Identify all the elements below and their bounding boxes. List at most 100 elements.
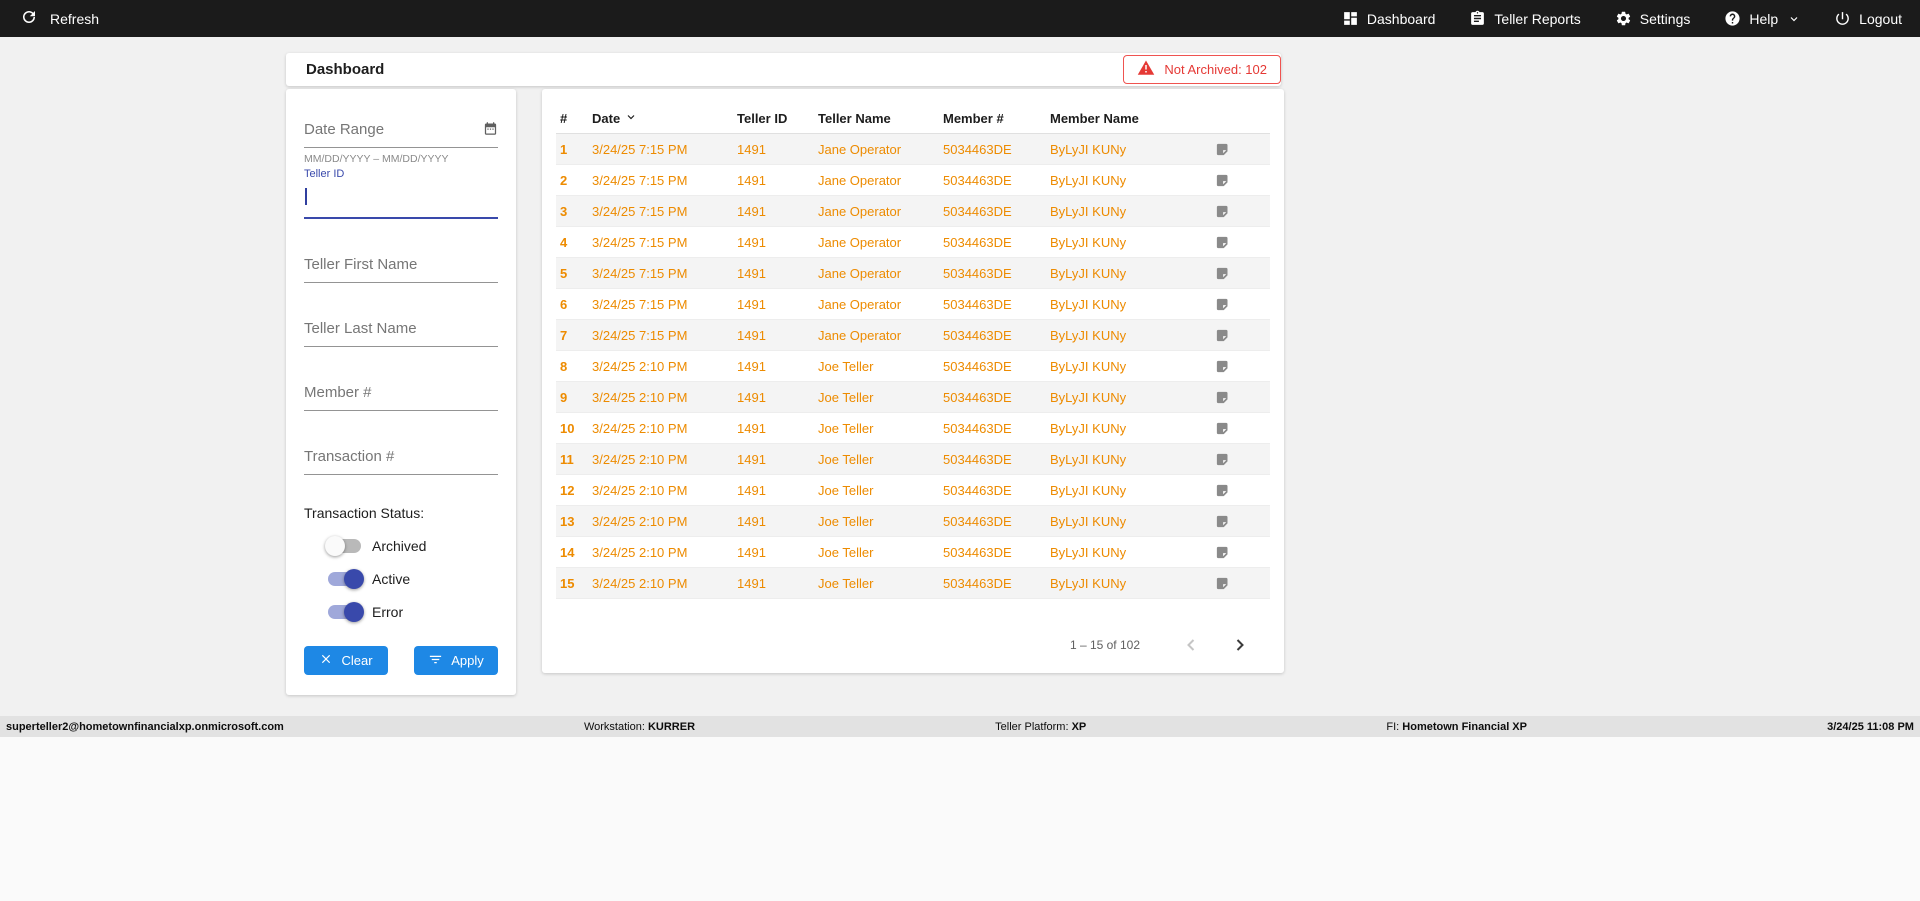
note-icon[interactable] <box>1215 514 1270 529</box>
table-row[interactable]: 10 3/24/25 2:10 PM 1491 Joe Teller 50344… <box>556 413 1270 444</box>
cell-member-number: 5034463DE <box>943 296 1012 312</box>
clear-button[interactable]: Clear <box>304 646 388 675</box>
cell-teller-name: Joe Teller <box>818 420 874 436</box>
cell-row-number: 14 <box>560 544 575 560</box>
table-row[interactable]: 2 3/24/25 7:15 PM 1491 Jane Operator 503… <box>556 165 1270 196</box>
nav-logout[interactable]: Logout <box>1834 10 1902 27</box>
logged-in-user: superteller2@hometownfinancialxp.onmicro… <box>6 720 284 733</box>
error-toggle[interactable] <box>328 602 364 622</box>
table-row[interactable]: 13 3/24/25 2:10 PM 1491 Joe Teller 50344… <box>556 506 1270 537</box>
col-header-teller-name[interactable]: Teller Name <box>818 111 943 126</box>
table-row[interactable]: 9 3/24/25 2:10 PM 1491 Joe Teller 503446… <box>556 382 1270 413</box>
cell-teller-name: Jane Operator <box>818 203 902 219</box>
cell-row-number: 11 <box>560 451 574 467</box>
cell-date: 3/24/25 2:10 PM <box>592 389 688 405</box>
note-icon[interactable] <box>1215 297 1270 312</box>
cell-teller-id: 1491 <box>737 513 766 529</box>
note-icon[interactable] <box>1215 452 1270 467</box>
teller-reports-icon <box>1469 10 1486 27</box>
top-nav: Dashboard Teller Reports Settings Help L… <box>1342 10 1902 27</box>
col-header-teller-id[interactable]: Teller ID <box>737 111 818 126</box>
sort-desc-icon <box>625 111 637 126</box>
clear-button-label: Clear <box>341 653 373 668</box>
col-header-date[interactable]: Date <box>592 111 737 126</box>
date-range-input[interactable] <box>304 115 498 148</box>
archived-toggle[interactable] <box>325 536 361 556</box>
teller-id-input[interactable] <box>304 180 498 219</box>
col-header-num[interactable]: # <box>560 111 592 126</box>
nav-teller-reports[interactable]: Teller Reports <box>1469 10 1581 27</box>
nav-logout-label: Logout <box>1859 10 1902 27</box>
cell-row-number: 10 <box>560 420 575 436</box>
nav-settings-label: Settings <box>1639 10 1691 27</box>
date-range-format-hint: MM/DD/YYYY – MM/DD/YYYY <box>304 153 449 165</box>
table-row[interactable]: 6 3/24/25 7:15 PM 1491 Jane Operator 503… <box>556 289 1270 320</box>
active-toggle[interactable] <box>328 569 364 589</box>
note-icon[interactable] <box>1215 142 1270 157</box>
cell-member-number: 5034463DE <box>943 420 1012 436</box>
table-row[interactable]: 4 3/24/25 7:15 PM 1491 Jane Operator 503… <box>556 227 1270 258</box>
cell-member-name: ByLyJI KUNy <box>1050 172 1127 188</box>
apply-button[interactable]: Apply <box>414 646 498 675</box>
table-row[interactable]: 7 3/24/25 7:15 PM 1491 Jane Operator 503… <box>556 320 1270 351</box>
cell-teller-id: 1491 <box>737 141 766 157</box>
col-header-member-num[interactable]: Member # <box>943 111 1050 126</box>
error-toggle-label: Error <box>372 604 404 620</box>
teller-id-label: Teller ID <box>304 168 345 180</box>
page-title: Dashboard <box>306 61 385 78</box>
cell-row-number: 9 <box>560 389 568 405</box>
refresh-label: Refresh <box>50 10 100 27</box>
cell-date: 3/24/25 2:10 PM <box>592 451 688 467</box>
not-archived-label: Not Archived: 102 <box>1164 62 1267 77</box>
note-icon[interactable] <box>1215 266 1270 281</box>
cell-date: 3/24/25 2:10 PM <box>592 575 688 591</box>
cell-member-number: 5034463DE <box>943 234 1012 250</box>
table-row[interactable]: 15 3/24/25 2:10 PM 1491 Joe Teller 50344… <box>556 568 1270 599</box>
calendar-icon[interactable] <box>483 121 498 141</box>
cell-teller-name: Joe Teller <box>818 451 874 467</box>
nav-dashboard[interactable]: Dashboard <box>1342 10 1435 27</box>
note-icon[interactable] <box>1215 204 1270 219</box>
cell-row-number: 4 <box>560 234 568 250</box>
cell-teller-id: 1491 <box>737 544 766 560</box>
table-row[interactable]: 1 3/24/25 7:15 PM 1491 Jane Operator 503… <box>556 134 1270 165</box>
teller-id-field <box>304 180 498 219</box>
note-icon[interactable] <box>1215 173 1270 188</box>
nav-help[interactable]: Help <box>1724 10 1800 27</box>
note-icon[interactable] <box>1215 328 1270 343</box>
note-icon[interactable] <box>1215 235 1270 250</box>
table-row[interactable]: 5 3/24/25 7:15 PM 1491 Jane Operator 503… <box>556 258 1270 289</box>
teller-first-name-input[interactable] <box>304 250 498 283</box>
refresh-button[interactable]: Refresh <box>20 8 99 29</box>
transaction-number-input[interactable] <box>304 442 498 475</box>
table-row[interactable]: 8 3/24/25 2:10 PM 1491 Joe Teller 503446… <box>556 351 1270 382</box>
cell-teller-id: 1491 <box>737 172 766 188</box>
note-icon[interactable] <box>1215 390 1270 405</box>
member-number-input[interactable] <box>304 378 498 411</box>
pagination: 1 – 15 of 102 <box>556 629 1270 661</box>
cell-teller-id: 1491 <box>737 482 766 498</box>
cell-teller-name: Jane Operator <box>818 172 902 188</box>
filter-panel: MM/DD/YYYY – MM/DD/YYYY Teller ID <box>286 89 516 695</box>
note-icon[interactable] <box>1215 545 1270 560</box>
cell-teller-id: 1491 <box>737 265 766 281</box>
note-icon[interactable] <box>1215 421 1270 436</box>
cell-member-name: ByLyJI KUNy <box>1050 296 1127 312</box>
note-icon[interactable] <box>1215 359 1270 374</box>
workstation-info: Workstation: KURRER <box>583 720 696 733</box>
toggle-row-error: Error <box>304 602 498 622</box>
col-header-member-name[interactable]: Member Name <box>1050 111 1215 126</box>
table-row[interactable]: 3 3/24/25 7:15 PM 1491 Jane Operator 503… <box>556 196 1270 227</box>
table-row[interactable]: 14 3/24/25 2:10 PM 1491 Joe Teller 50344… <box>556 537 1270 568</box>
previous-page-button[interactable] <box>1175 629 1207 661</box>
cell-member-number: 5034463DE <box>943 203 1012 219</box>
table-row[interactable]: 12 3/24/25 2:10 PM 1491 Joe Teller 50344… <box>556 475 1270 506</box>
table-row[interactable]: 11 3/24/25 2:10 PM 1491 Joe Teller 50344… <box>556 444 1270 475</box>
note-icon[interactable] <box>1215 576 1270 591</box>
note-icon[interactable] <box>1215 483 1270 498</box>
teller-last-name-input[interactable] <box>304 314 498 347</box>
next-page-button[interactable] <box>1224 629 1256 661</box>
transaction-status-label: Transaction Status: <box>304 505 425 521</box>
nav-settings[interactable]: Settings <box>1615 10 1691 27</box>
cell-row-number: 5 <box>560 265 568 281</box>
